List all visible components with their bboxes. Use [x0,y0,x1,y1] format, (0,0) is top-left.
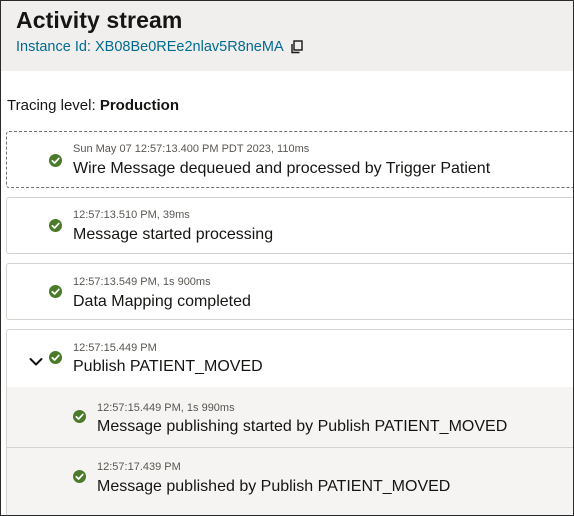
activity-timestamp: 12:57:13.549 PM, 1s 900ms [73,276,211,288]
activity-child-item[interactable]: 12:57:15.449 PM, 1s 990ms Message publis… [7,387,573,447]
activity-child-item[interactable]: 12:57:17.439 PM Message published by Pub… [7,448,573,508]
activity-group-header[interactable]: 12:57:15.449 PM Publish PATIENT_MOVED [7,330,573,387]
success-check-icon [49,219,62,232]
activity-message: Message publishing started by Publish PA… [97,418,508,435]
activity-message: Message published by Publish PATIENT_MOV… [97,478,451,495]
activity-children: 12:57:15.449 PM, 1s 990ms Message publis… [7,387,573,515]
activity-group: 12:57:15.449 PM Publish PATIENT_MOVED 12… [6,329,573,515]
activity-timestamp: 12:57:15.449 PM, 1s 990ms [97,402,235,414]
activity-timestamp: 12:57:13.510 PM, 39ms [73,209,190,221]
activity-item[interactable]: Sun May 07 12:57:13.400 PM PDT 2023, 110… [6,131,573,188]
activity-message: Wire Message dequeued and processed by T… [73,160,491,177]
tracing-level-label: Tracing level: [7,97,96,114]
activity-message: Message started processing [73,226,274,243]
activity-timestamp: 12:57:15.449 PM [73,342,157,354]
panel-header: Activity stream Instance Id: XB08Be0REe2… [1,1,573,71]
instance-id-text: Instance Id: XB08Be0REe2nlav5R8neMA [16,39,284,55]
tracing-level-value: Production [99,97,179,114]
activity-timestamp: Sun May 07 12:57:13.400 PM PDT 2023, 110… [73,143,310,155]
success-check-icon [49,351,62,364]
activity-stream-panel: Activity stream Instance Id: XB08Be0REe2… [0,0,574,516]
page-title: Activity stream [16,7,183,33]
instance-id-row: Instance Id: XB08Be0REe2nlav5R8neMA [16,39,304,55]
tracing-level: Tracing level: Production [7,97,179,114]
success-check-icon [73,410,86,423]
success-check-icon [49,154,62,167]
activity-timestamp: 12:57:17.439 PM [97,461,181,473]
activity-message: Data Mapping completed [73,293,251,310]
success-check-icon [49,285,62,298]
activity-message: Publish PATIENT_MOVED [73,358,263,375]
copy-icon[interactable] [290,40,304,54]
chevron-down-icon[interactable] [29,354,43,366]
activity-item[interactable]: 12:57:13.510 PM, 39ms Message started pr… [6,197,573,254]
activity-item[interactable]: 12:57:13.549 PM, 1s 900ms Data Mapping c… [6,263,573,320]
success-check-icon [73,470,86,483]
